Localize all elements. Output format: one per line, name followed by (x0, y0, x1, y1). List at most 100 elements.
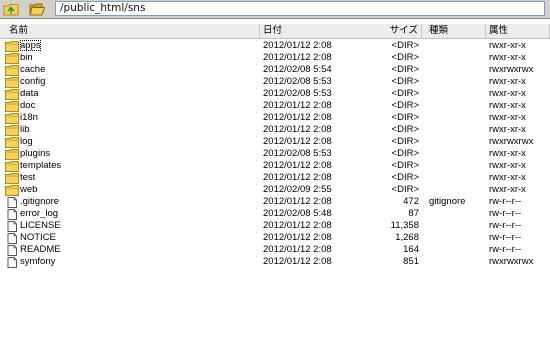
file-row[interactable]: README 2012/01/12 2:08 164 rw-r--r-- (0, 244, 550, 256)
folder-icon (5, 113, 19, 124)
file-attributes: rw-r--r-- (489, 232, 522, 243)
file-size: 472 (403, 196, 419, 207)
file-attributes: rwxrwxrwx (489, 64, 534, 75)
file-size: <DIR> (391, 148, 419, 159)
file-row[interactable]: web 2012/02/09 2:55 <DIR> rwxr-xr-x (0, 184, 550, 196)
file-name: error_log (20, 208, 59, 219)
folder-icon (5, 77, 19, 88)
file-row[interactable]: NOTICE 2012/01/12 2:08 1,268 rw-r--r-- (0, 232, 550, 244)
file-size: 87 (408, 208, 419, 219)
file-name: doc (20, 100, 36, 111)
file-size: <DIR> (391, 124, 419, 135)
file-attributes: rwxr-xr-x (489, 184, 526, 195)
file-size: 164 (403, 244, 419, 255)
column-header: 名前 日付 サイズ 種類 属性 (0, 24, 550, 39)
file-attributes: rwxr-xr-x (489, 100, 526, 111)
file-attributes: rwxr-xr-x (489, 160, 526, 171)
file-name: cache (20, 64, 46, 75)
folder-icon (5, 101, 19, 112)
file-type (429, 232, 484, 244)
file-type: gitignore (429, 196, 466, 207)
file-type (429, 172, 484, 184)
file-icon (5, 257, 19, 268)
file-name: NOTICE (20, 232, 56, 243)
file-row[interactable]: apps 2012/01/12 2:08 <DIR> rwxr-xr-x (0, 40, 550, 52)
column-header-type[interactable]: 種類 (426, 24, 486, 38)
file-size: <DIR> (391, 172, 419, 183)
file-name: templates (20, 160, 62, 171)
file-attributes: rwxrwxrwx (489, 136, 534, 147)
file-row[interactable]: bin 2012/01/12 2:08 <DIR> rwxr-xr-x (0, 52, 550, 64)
file-row[interactable]: i18n 2012/01/12 2:08 <DIR> rwxr-xr-x (0, 112, 550, 124)
folder-icon (5, 125, 19, 136)
file-row[interactable]: data 2012/02/08 5:53 <DIR> rwxr-xr-x (0, 88, 550, 100)
file-row[interactable]: log 2012/01/12 2:08 <DIR> rwxrwxrwx (0, 136, 550, 148)
folder-icon (5, 53, 19, 64)
file-attributes: rwxr-xr-x (489, 88, 526, 99)
file-row[interactable]: config 2012/02/08 5:53 <DIR> rwxr-xr-x (0, 76, 550, 88)
file-attributes: rw-r--r-- (489, 244, 522, 255)
file-row[interactable]: cache 2012/02/08 5:54 <DIR> rwxrwxrwx (0, 64, 550, 76)
file-size: <DIR> (391, 64, 419, 75)
file-type (429, 148, 484, 160)
file-row[interactable]: error_log 2012/02/08 5:48 87 rw-r--r-- (0, 208, 550, 220)
file-row[interactable]: plugins 2012/02/08 5:53 <DIR> rwxr-xr-x (0, 148, 550, 160)
file-row[interactable]: test 2012/01/12 2:08 <DIR> rwxr-xr-x (0, 172, 550, 184)
file-row[interactable]: templates 2012/01/12 2:08 <DIR> rwxr-xr-x (0, 160, 550, 172)
file-icon (5, 245, 19, 256)
file-name: test (20, 172, 36, 183)
folder-icon (5, 161, 19, 172)
file-attributes: rwxr-xr-x (489, 148, 526, 159)
file-name: bin (20, 52, 33, 63)
path-text: /public_html/sns (60, 2, 146, 14)
file-name: lib (20, 124, 30, 135)
file-type (429, 136, 484, 148)
file-attributes: rw-r--r-- (489, 220, 522, 231)
file-type (429, 244, 484, 256)
file-name: apps (20, 40, 41, 51)
file-type (429, 64, 484, 76)
file-type (429, 184, 484, 196)
file-attributes: rwxr-xr-x (489, 40, 526, 51)
folder-icon (5, 41, 19, 52)
folder-icon (5, 149, 19, 160)
file-size: <DIR> (391, 112, 419, 123)
folder-icon (5, 173, 19, 184)
file-row[interactable]: .gitignore 2012/01/12 2:08 472 gitignore rw-… (0, 196, 550, 208)
file-name: symfony (20, 256, 56, 267)
folder-icon (5, 89, 19, 100)
file-size: <DIR> (391, 76, 419, 87)
file-type (429, 220, 484, 232)
file-size: 1,268 (395, 232, 419, 243)
folder-up-icon[interactable] (3, 2, 19, 16)
file-attributes: rwxr-xr-x (489, 76, 526, 87)
file-type (429, 112, 484, 124)
file-attributes: rw-r--r-- (489, 196, 522, 207)
column-header-attr[interactable]: 属性 (486, 24, 550, 38)
file-row[interactable]: lib 2012/01/12 2:08 <DIR> rwxr-xr-x (0, 124, 550, 136)
file-size: <DIR> (391, 184, 419, 195)
file-attributes: rwxr-xr-x (489, 112, 526, 123)
file-name: data (20, 88, 39, 99)
path-input[interactable]: /public_html/sns (55, 1, 545, 16)
folder-icon (5, 65, 19, 76)
file-attributes: rwxr-xr-x (489, 124, 526, 135)
file-name: LICENSE (20, 220, 61, 231)
file-size: <DIR> (391, 52, 419, 63)
file-icon (5, 233, 19, 244)
folder-icon (5, 185, 19, 196)
file-size: <DIR> (391, 100, 419, 111)
file-name: log (20, 136, 33, 147)
file-name: i18n (20, 112, 38, 123)
file-attributes: rwxr-xr-x (489, 172, 526, 183)
file-name: config (20, 76, 46, 87)
file-row[interactable]: LICENSE 2012/01/12 2:08 11,358 rw-r--r-- (0, 220, 550, 232)
folder-open-icon[interactable] (29, 2, 45, 16)
file-type (429, 40, 484, 52)
column-header-name[interactable]: 名前 (0, 24, 260, 38)
file-type (429, 76, 484, 88)
file-size: 851 (403, 256, 419, 267)
column-header-size[interactable]: サイズ (386, 24, 422, 38)
file-row[interactable]: doc 2012/01/12 2:08 <DIR> rwxr-xr-x (0, 100, 550, 112)
file-row[interactable]: symfony 2012/01/12 2:08 851 rwxrwxrwx (0, 256, 550, 268)
